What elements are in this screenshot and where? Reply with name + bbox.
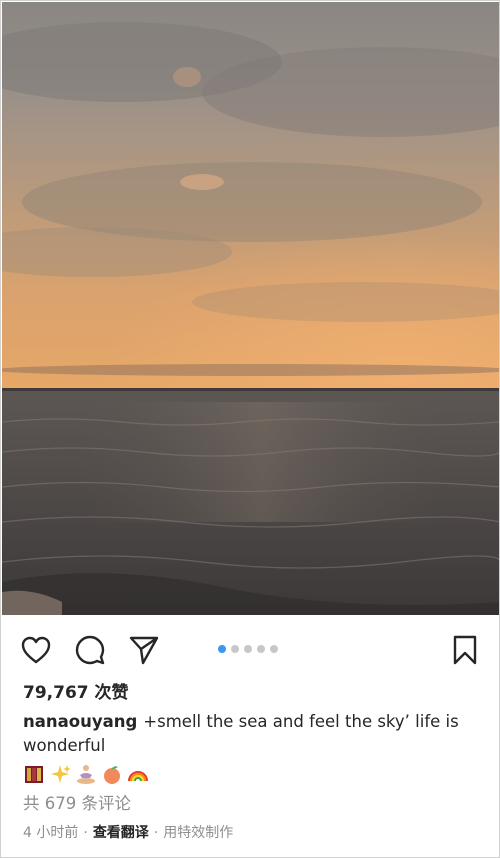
post-info: 79,767 次赞 nanaouyang +smell the sea and f… [23, 679, 483, 845]
like-button[interactable] [18, 632, 54, 668]
sunset-sea-photo [2, 2, 499, 615]
peach-emoji-icon [101, 763, 123, 785]
meditation-emoji-icon [75, 763, 97, 785]
see-translation-link[interactable]: 查看翻译 [93, 821, 149, 845]
rainbow-emoji-icon [127, 763, 149, 785]
post-meta: 4 小时前 · 查看翻译 · 用特效制作 [23, 821, 483, 845]
comment-button[interactable] [72, 632, 108, 668]
like-count[interactable]: 79,767 次赞 [23, 679, 483, 707]
view-comments-link[interactable]: 共 679 条评论 [23, 791, 483, 817]
carousel-dot [270, 645, 278, 653]
speech-bubble-icon [75, 635, 105, 665]
bookmark-icon [453, 635, 477, 665]
paper-plane-icon [129, 636, 159, 665]
sparkles-emoji-icon [49, 763, 71, 785]
caption-emoji-row [23, 762, 483, 786]
meta-separator: · [83, 825, 88, 841]
share-button[interactable] [126, 632, 162, 668]
meta-separator: · [153, 825, 159, 841]
carousel-dot-active [218, 645, 226, 653]
carousel-indicator [218, 645, 278, 653]
carousel-dot [231, 645, 239, 653]
save-button[interactable] [447, 632, 483, 668]
book-stack-emoji-icon [23, 763, 45, 785]
post-timestamp: 4 小时前 [23, 825, 79, 841]
caption-username[interactable]: nanaouyang [23, 712, 137, 731]
effects-label[interactable]: 用特效制作 [163, 821, 233, 845]
post-action-bar [1, 615, 499, 685]
heart-icon [21, 636, 51, 664]
carousel-dot [257, 645, 265, 653]
instagram-post: 79,767 次赞 nanaouyang +smell the sea and f… [0, 0, 500, 858]
post-image[interactable] [2, 2, 499, 615]
post-caption: nanaouyang +smell the sea and feel the sk… [23, 710, 483, 758]
carousel-dot [244, 645, 252, 653]
